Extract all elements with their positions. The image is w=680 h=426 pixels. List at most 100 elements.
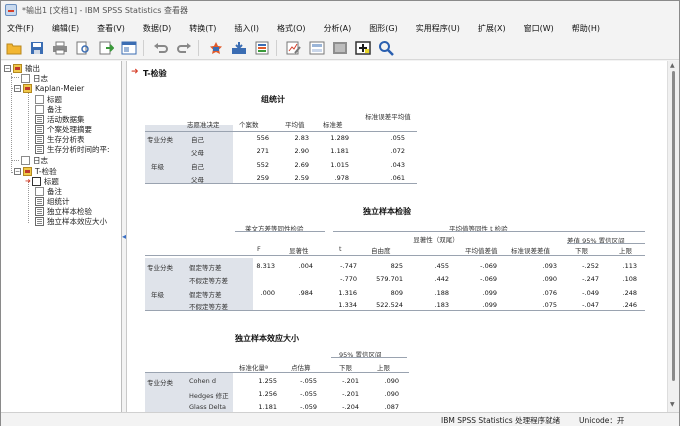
menu-edit[interactable]: 编辑(E) — [52, 23, 79, 34]
collapse-toggle[interactable]: − — [4, 64, 11, 72]
menu-graphs[interactable]: 图形(G) — [369, 23, 397, 34]
row-measure: Hedges 修正 — [189, 392, 229, 400]
cell-t: 1.316 — [338, 289, 357, 297]
dialog-recall-icon[interactable] — [120, 39, 138, 57]
tree-node-kaplan-meier[interactable]: − Kaplan-Meier — [14, 83, 84, 93]
goto-data-icon[interactable] — [207, 39, 225, 57]
table-icon — [35, 206, 44, 216]
undo-icon[interactable] — [152, 39, 170, 57]
menu-utilities[interactable]: 实用程序(U) — [416, 23, 460, 34]
cell-sd: .978 — [334, 174, 349, 182]
designate-window-icon[interactable] — [331, 39, 349, 57]
cell-sed: .076 — [542, 289, 557, 297]
tree-node-output[interactable]: − 输出 — [4, 63, 40, 73]
cell-md: .099 — [482, 289, 497, 297]
find-icon[interactable] — [377, 39, 395, 57]
redo-icon[interactable] — [175, 39, 193, 57]
scroll-down-icon[interactable]: ▼ — [670, 401, 675, 408]
vertical-scrollbar[interactable]: ▲ ▼ — [667, 61, 679, 412]
cell-t: 1.334 — [338, 301, 357, 309]
collapse-toggle[interactable]: − — [14, 84, 21, 92]
tree-node-title[interactable]: 标题 — [35, 94, 62, 104]
tree-node-case-summary[interactable]: 个案处理摘要 — [35, 124, 92, 134]
row-var: 年级 — [151, 291, 164, 299]
tree-label: 生存分析时间的平: — [47, 144, 110, 154]
spss-app-icon — [5, 4, 17, 16]
cell-sig2: .183 — [434, 301, 449, 309]
tree-node-log[interactable]: 日志 — [21, 73, 48, 83]
cell-lo: -.252 — [582, 262, 599, 270]
cell-md: -.069 — [480, 275, 497, 283]
cell-lo: -.201 — [342, 377, 359, 385]
cell-lo: -.204 — [342, 403, 359, 411]
tree-node-log-2[interactable]: 日志 — [21, 155, 48, 165]
menu-file[interactable]: 文件(F) — [7, 23, 34, 34]
menu-extensions[interactable]: 扩展(X) — [478, 23, 506, 34]
print-icon[interactable] — [51, 39, 69, 57]
row-group: 父母 — [191, 149, 204, 157]
tree-node-indep-test[interactable]: 独立样本检验 — [35, 206, 92, 216]
cell-mean: 2.69 — [294, 161, 309, 169]
collapse-toggle[interactable]: − — [14, 167, 21, 175]
menu-analyze[interactable]: 分析(A) — [324, 23, 352, 34]
menu-view[interactable]: 查看(V) — [97, 23, 125, 34]
effect-title: 独立样本效应大小 — [235, 334, 299, 343]
menu-data[interactable]: 数据(D) — [143, 23, 171, 34]
insert-variables-icon[interactable] — [253, 39, 271, 57]
tree-node-notes[interactable]: 备注 — [35, 104, 62, 114]
tree-node-title-2[interactable]: ➜ 标题 — [25, 176, 59, 186]
save-icon[interactable] — [28, 39, 46, 57]
tree-node-active-dataset[interactable]: 活动数据集 — [35, 114, 85, 124]
cell-sd: 1.015 — [330, 161, 349, 169]
scroll-up-icon[interactable]: ▲ — [670, 62, 675, 69]
show-hide-icon[interactable] — [308, 39, 326, 57]
current-item-arrow-icon: ➜ — [131, 67, 139, 77]
cell-df: 825 — [390, 262, 403, 270]
status-bar: IBM SPSS Statistics 处理程序就绪 Unicode：开 — [1, 412, 679, 426]
export-icon[interactable] — [97, 39, 115, 57]
menu-help[interactable]: 帮助(H) — [572, 23, 600, 34]
cell-lo: -.049 — [582, 289, 599, 297]
tree-node-effect-size[interactable]: 独立样本效应大小 — [35, 216, 107, 226]
tree-node-group-stats[interactable]: 组统计 — [35, 196, 70, 206]
col-header: 显著性 — [289, 247, 309, 255]
indep-test-title: 独立样本检验 — [363, 207, 411, 216]
select-output-icon[interactable] — [285, 39, 303, 57]
cell-t: -.747 — [340, 262, 357, 270]
unicode-status: Unicode：开 — [579, 416, 625, 425]
col-header: 志愿准决定 — [187, 121, 220, 129]
menu-window[interactable]: 窗口(W) — [524, 23, 554, 34]
cell-df: 522.524 — [376, 301, 403, 309]
menu-transform[interactable]: 转换(T) — [189, 23, 216, 34]
cell-t: -.770 — [340, 275, 357, 283]
cell-sed: .090 — [542, 275, 557, 283]
tree-label: 独立样本效应大小 — [47, 216, 107, 226]
log-icon — [21, 155, 30, 165]
title-bar: *输出1 [文档1] - IBM SPSS Statistics 查看器 — [1, 1, 679, 19]
tree-node-t-test[interactable]: − T-检验 — [14, 166, 57, 176]
section-heading: T-检验 — [143, 69, 167, 78]
outline-pane: − 输出 日志 − Kaplan-Meier 标题 备注 活动数据集 个案处理摘… — [1, 61, 122, 412]
cell-df: 809 — [390, 289, 403, 297]
tree-node-notes-2[interactable]: 备注 — [35, 186, 62, 196]
tree-node-survival-mean[interactable]: 生存分析时间的平: — [35, 144, 110, 154]
print-preview-icon[interactable] — [74, 39, 92, 57]
cell-hi: .248 — [622, 289, 637, 297]
open-folder-icon[interactable] — [5, 39, 23, 57]
cell-md: .099 — [482, 301, 497, 309]
col-header: 个案数 — [239, 121, 259, 129]
table-icon — [35, 144, 44, 154]
menu-format[interactable]: 格式(O) — [277, 23, 306, 34]
row-measure: Glass Delta — [189, 403, 227, 411]
tree-node-survival-table[interactable]: 生存分析表 — [35, 134, 85, 144]
goto-case-icon[interactable] — [230, 39, 248, 57]
table-icon — [35, 134, 44, 144]
cell-hi: .090 — [384, 390, 399, 398]
title-icon — [31, 176, 41, 186]
menu-insert[interactable]: 插入(I) — [234, 23, 259, 34]
col-header: 标准误差差值 — [511, 247, 550, 255]
add-output-icon[interactable] — [354, 39, 372, 57]
cell-sed: .093 — [542, 262, 557, 270]
cell-md: -.069 — [480, 262, 497, 270]
scrollbar-thumb[interactable] — [672, 71, 675, 381]
